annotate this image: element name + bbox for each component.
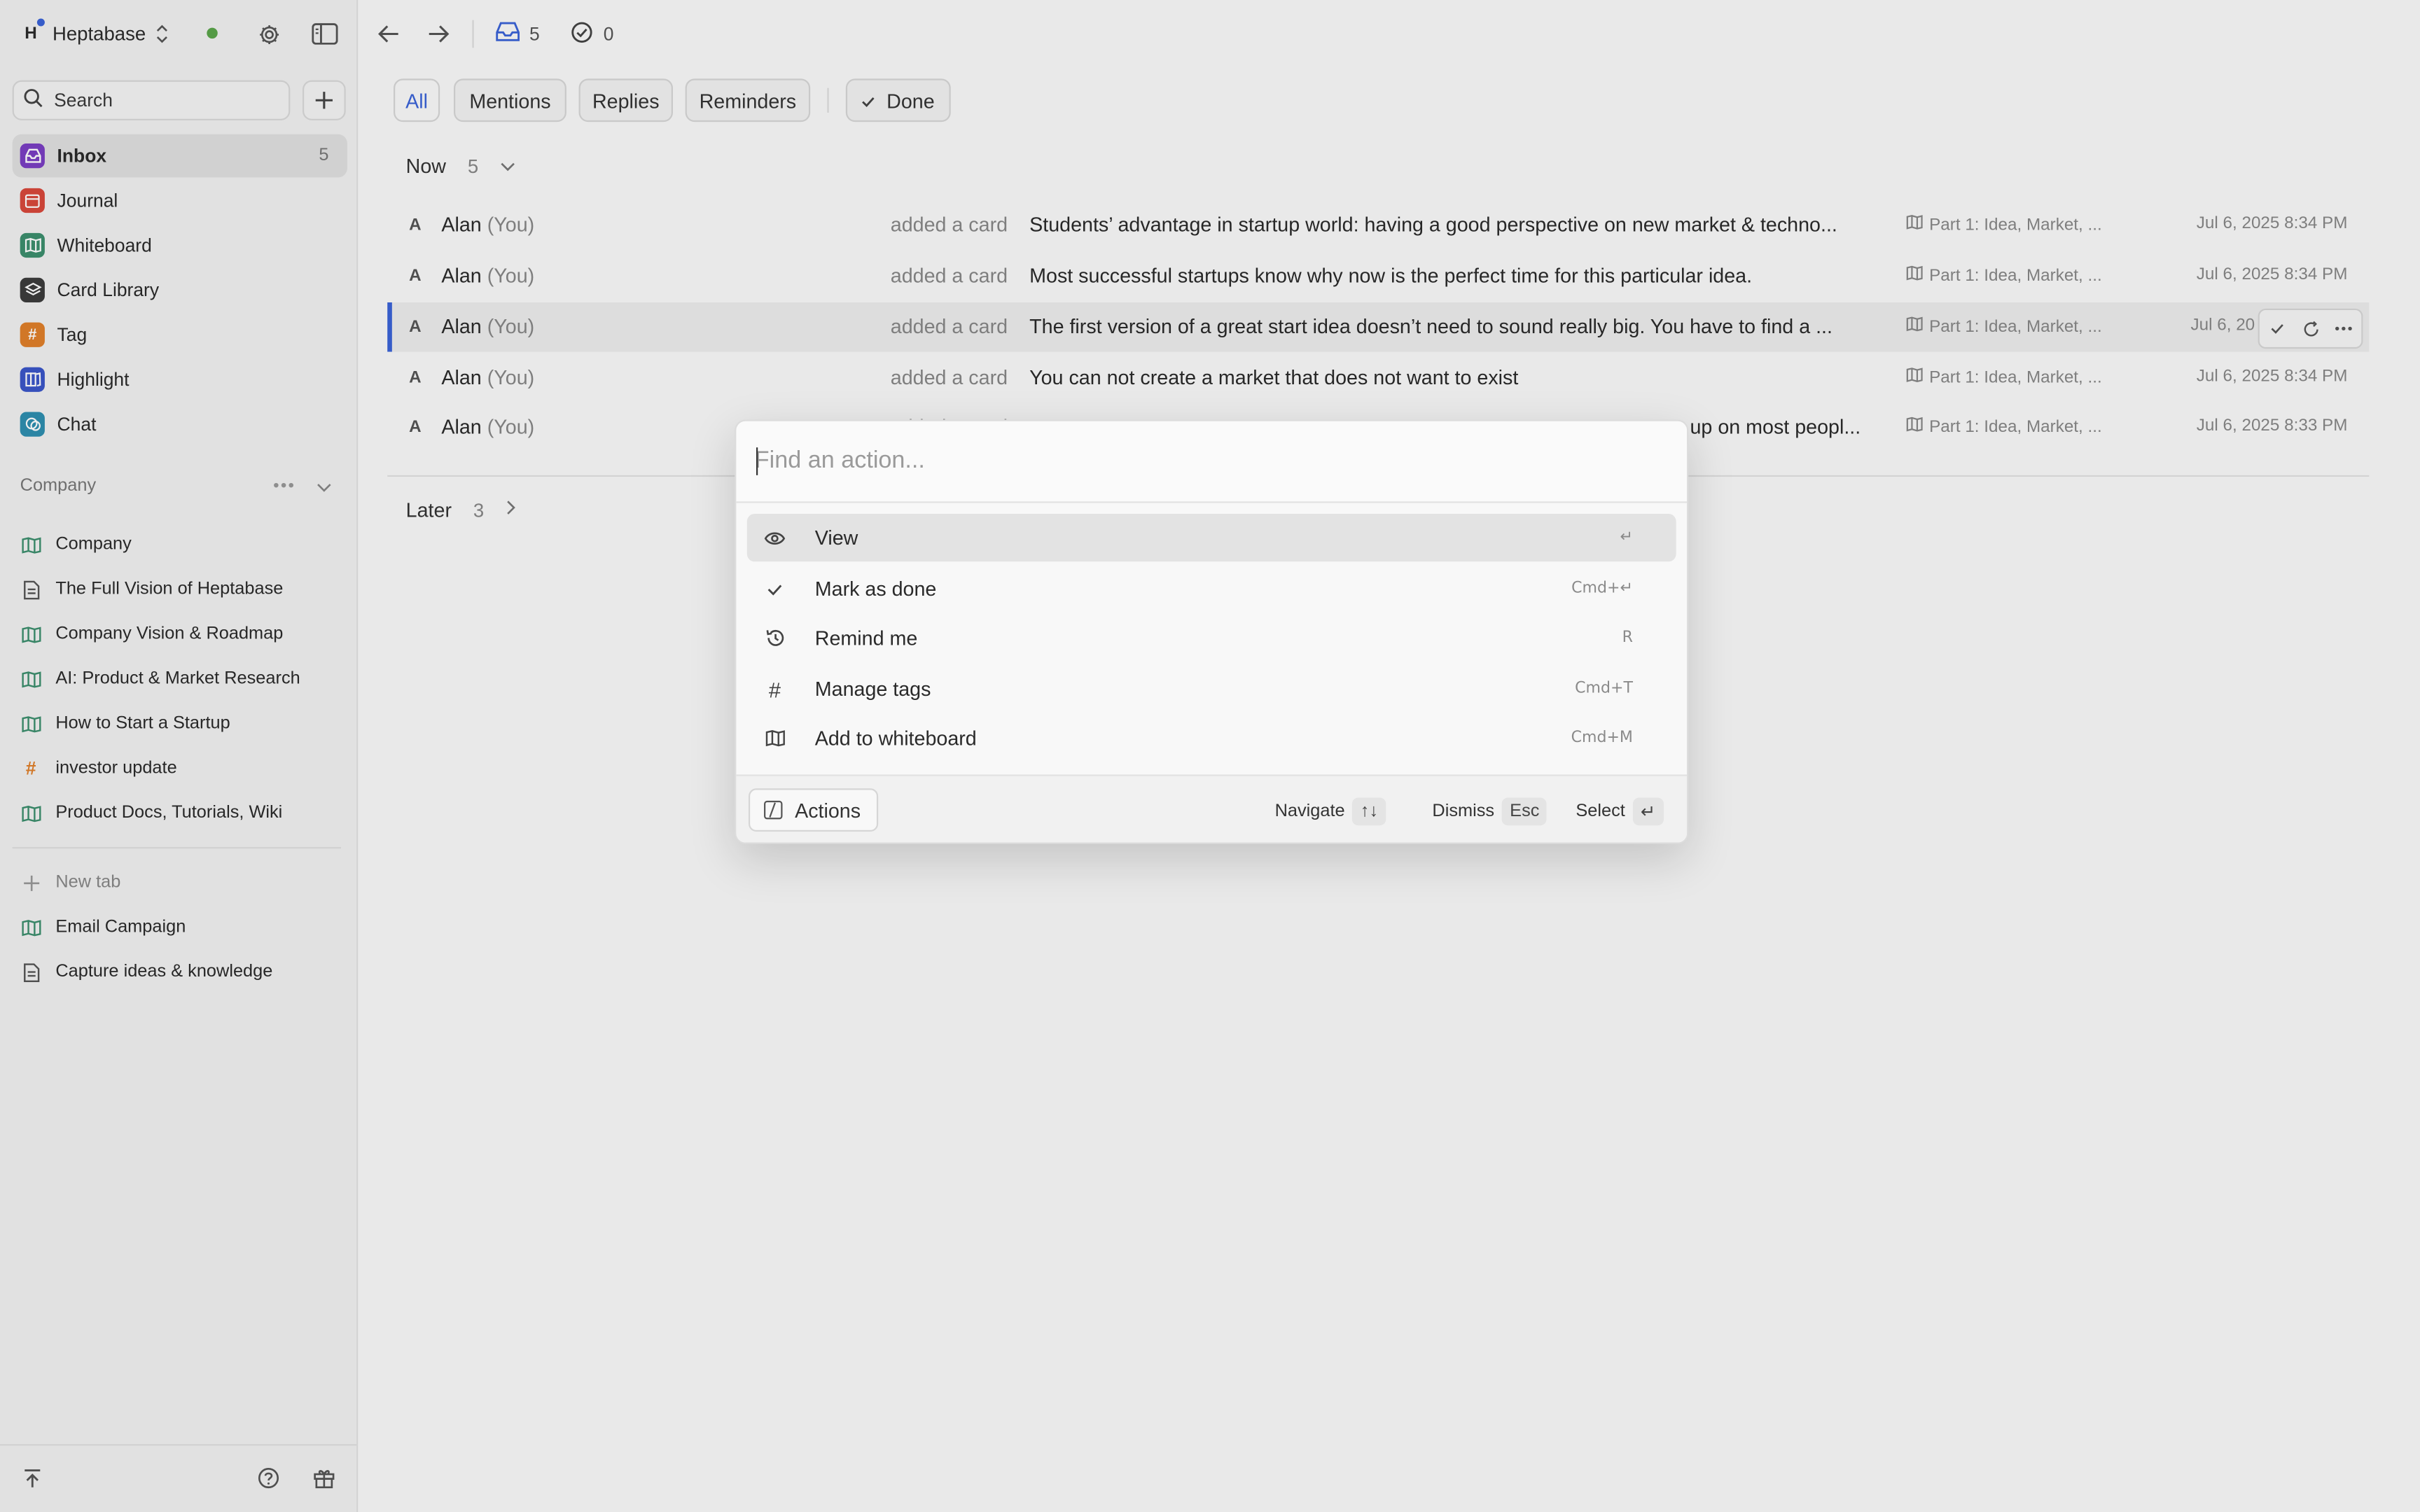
palette-footer: Actions Navigate ↑↓ Dismiss Esc Select ↵ bbox=[736, 774, 1688, 843]
shortcut-hint: Cmd+M bbox=[1571, 729, 1633, 747]
shortcut-hint: Cmd+T bbox=[1575, 680, 1633, 698]
actions-label: Actions bbox=[795, 798, 861, 822]
action-label: Manage tags bbox=[814, 677, 931, 701]
action-add-to-whiteboard[interactable]: Add to whiteboard Cmd+M bbox=[747, 714, 1676, 762]
action-view[interactable]: View ↵ bbox=[746, 513, 1676, 562]
whiteboard-icon bbox=[763, 730, 787, 747]
navigate-hint: Navigate ↑↓ bbox=[1274, 797, 1386, 826]
history-icon bbox=[763, 628, 787, 648]
action-palette: View ↵ Mark as done Cmd+↵ Remind me R # … bbox=[735, 419, 1689, 844]
actions-button[interactable]: Actions bbox=[748, 788, 879, 832]
shortcut-hint: R bbox=[1622, 629, 1633, 647]
navigate-label: Navigate bbox=[1274, 802, 1345, 821]
slash-icon bbox=[764, 800, 783, 820]
action-label: Remind me bbox=[814, 626, 918, 650]
select-hint: Select ↵ bbox=[1576, 797, 1664, 826]
action-label: Add to whiteboard bbox=[814, 727, 977, 750]
action-manage-tags[interactable]: # Manage tags Cmd+T bbox=[747, 665, 1676, 713]
action-search-input[interactable] bbox=[754, 440, 1650, 483]
shortcut-hint: ↵ bbox=[1620, 529, 1633, 547]
dismiss-key: Esc bbox=[1502, 797, 1548, 826]
action-mark-as-done[interactable]: Mark as done Cmd+↵ bbox=[747, 565, 1676, 612]
action-label: Mark as done bbox=[814, 577, 937, 601]
hash-icon: # bbox=[768, 676, 781, 701]
dismiss-label: Dismiss bbox=[1432, 802, 1495, 821]
dismiss-hint: Dismiss Esc bbox=[1432, 797, 1548, 826]
action-remind-me[interactable]: Remind me R bbox=[747, 614, 1676, 662]
navigate-key: ↑↓ bbox=[1352, 797, 1386, 826]
palette-search bbox=[736, 421, 1688, 503]
text-caret bbox=[756, 447, 758, 475]
select-label: Select bbox=[1576, 802, 1625, 821]
select-key: ↵ bbox=[1632, 797, 1664, 826]
action-label: View bbox=[814, 526, 858, 550]
shortcut-hint: Cmd+↵ bbox=[1571, 580, 1633, 597]
check-icon bbox=[763, 582, 787, 595]
eye-icon bbox=[763, 530, 787, 545]
